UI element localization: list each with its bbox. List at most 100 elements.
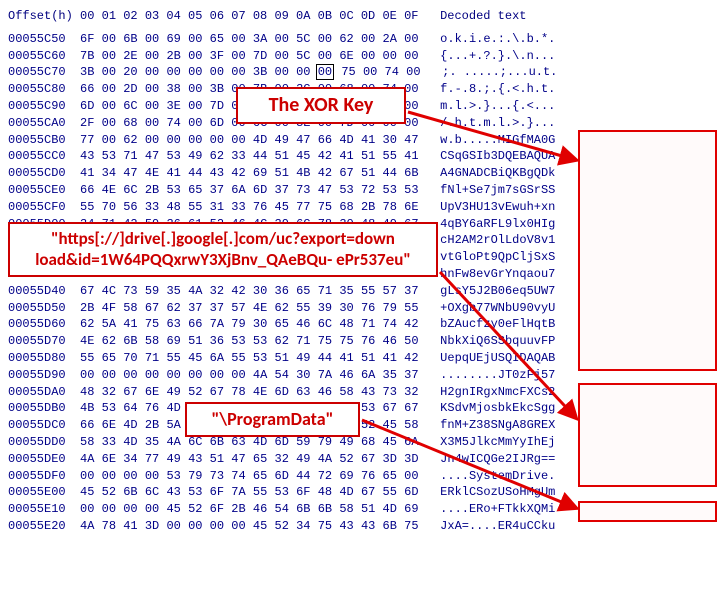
hex-byte: 35 [383,368,397,382]
hex-byte: 5A [102,317,116,331]
hex-byte: 74 [231,469,245,483]
hex-byte: 00 [231,65,245,79]
hex-byte: 75 [145,317,159,331]
hex-byte: 00 [188,65,202,79]
hex-byte: 00 [102,116,116,130]
hex-row: 00055CF0 55 70 56 33 48 55 31 33 76 45 7… [8,199,720,216]
hex-byte: 6B [318,502,332,516]
decoded-text: hnFw8evGrYnqaou7 [419,267,556,281]
decoded-text: m.l.>.}...{.<... [419,99,556,113]
hex-byte: 37 [404,284,418,298]
hex-byte: 5A [166,418,180,432]
hex-byte: 45 [80,485,94,499]
hex-byte: 55 [361,284,375,298]
hex-byte: 32 [275,452,289,466]
hex-byte: 51 [210,452,224,466]
hex-byte: 45 [383,435,397,449]
hex-byte: 77 [80,133,94,147]
hex-byte: 6F [210,485,224,499]
offset-cell: 00055DB0 [8,401,80,415]
hex-byte: 6E [404,200,418,214]
hex-byte: 71 [145,351,159,365]
hex-byte: 67 [123,385,137,399]
hex-byte: 45 [253,519,267,533]
hex-byte: 3B [253,65,267,79]
hex-byte: 00 [318,32,332,46]
hex-byte: 66 [80,183,94,197]
hex-byte: 55 [253,485,267,499]
offset-cell: 00055E00 [8,485,80,499]
hex-byte: 00 [318,49,332,63]
hex-row: 00055D80 55 65 70 71 55 45 6A 55 53 51 4… [8,350,720,367]
hex-byte: 67 [404,401,418,415]
offset-cell: 00055DE0 [8,452,80,466]
hex-byte: 2F [80,116,94,130]
hex-byte: 47 [318,183,332,197]
offset-cell: 00055CA0 [8,116,80,130]
offset-cell: 00055D70 [8,334,80,348]
hex-byte: 75 [318,334,332,348]
hex-byte: 45 [166,502,180,516]
hex-byte: 48 [339,317,353,331]
hex-byte: 00 [145,32,159,46]
hex-byte: 59 [296,435,310,449]
hex-byte: 41 [361,133,375,147]
hex-byte: 44 [188,166,202,180]
hex-byte: 54 [275,502,289,516]
hex-byte: 00 [231,32,245,46]
hex-byte: 55 [166,351,180,365]
hex-byte: 00 [361,32,375,46]
hex-byte: 7D [210,99,224,113]
hex-byte: 4E [253,301,267,315]
hex-byte: 73 [296,183,310,197]
hex-byte: 00 [188,133,202,147]
hex-byte: 74 [385,65,399,79]
hex-byte: 00 [102,502,116,516]
hex-byte: 47 [404,133,418,147]
hex-byte: 6A [404,435,418,449]
hex-row: 00055E20 4A 78 41 3D 00 00 00 00 45 52 3… [8,518,720,535]
hex-byte: 45 [275,200,289,214]
hex-byte: 4A [80,519,94,533]
hex-byte: 00 [210,368,224,382]
hex-byte: 48 [318,485,332,499]
hex-byte: 51 [361,149,375,163]
hex-byte: 52 [339,452,353,466]
decoded-text: ERklCSozUSoHMgUm [419,485,556,499]
hex-byte: 69 [166,32,180,46]
hex-byte: 54 [275,368,289,382]
hex-byte: 72 [361,183,375,197]
hex-byte: 4D [253,133,267,147]
hex-byte: 58 [123,301,137,315]
decoded-text: CSqGSIb3DQEBAQUA [419,149,556,163]
hex-byte: 34 [102,166,116,180]
hex-byte: 49 [296,452,310,466]
hex-byte: 52 [188,385,202,399]
hex-byte: 00 [231,368,245,382]
hex-byte: 79 [318,435,332,449]
hex-byte: 4A [166,435,180,449]
hex-byte: 00 [188,519,202,533]
hex-byte: 3B [80,65,94,79]
hex-byte: 00 [145,133,159,147]
hex-byte: 6A [361,368,375,382]
hex-byte: 4D [339,133,353,147]
decoded-text: gLsY5J2B06eq5UW7 [419,284,556,298]
hex-byte: 32 [404,385,418,399]
hex-byte: 75 [339,334,353,348]
hex-byte: 20 [123,65,137,79]
hex-byte: 43 [361,385,375,399]
hex-byte: 00 [80,502,94,516]
hex-row: 00055C50 6F 00 6B 00 69 00 65 00 3A 00 5… [8,31,720,48]
hex-row: 00055DA0 48 32 67 6E 49 52 67 78 4E 6D 6… [8,384,720,401]
hex-byte: 36 [210,334,224,348]
hex-byte: 30 [296,368,310,382]
hex-byte: 2A [383,32,397,46]
hex-byte: 55 [80,351,94,365]
hex-byte: 52 [361,418,375,432]
hex-byte: 00 [123,368,137,382]
hex-byte: 53 [102,149,116,163]
hex-byte: 00 [102,99,116,113]
hex-byte: 2B [166,49,180,63]
hex-byte: 42 [318,166,332,180]
